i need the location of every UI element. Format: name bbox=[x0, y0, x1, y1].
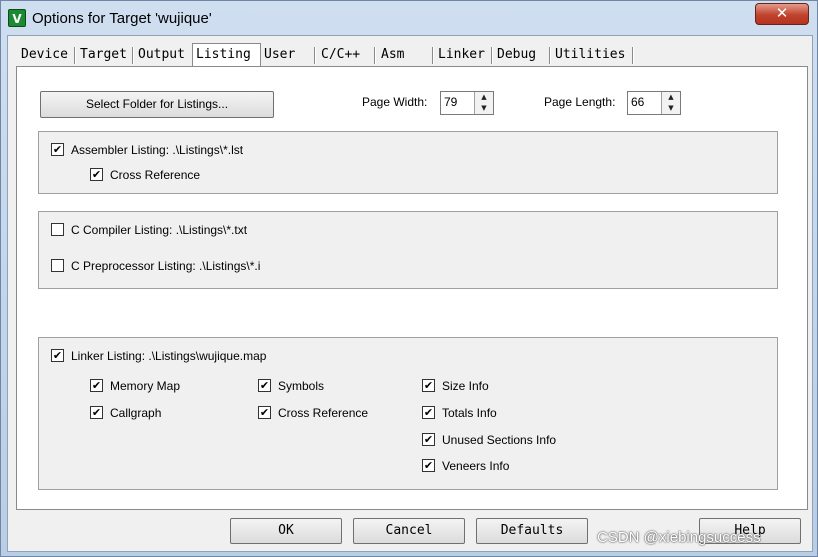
check-icon[interactable]: ✔ bbox=[90, 406, 103, 419]
page-length-value[interactable]: 66 bbox=[631, 95, 644, 109]
page-width-value[interactable]: 79 bbox=[444, 95, 457, 109]
symbols-label: Symbols bbox=[278, 379, 325, 393]
check-icon[interactable]: ✔ bbox=[90, 379, 103, 392]
size-info-label: Size Info bbox=[442, 379, 489, 393]
linker-listing-label: Linker Listing: .\Listings\wujique.map bbox=[71, 349, 267, 363]
check-icon[interactable]: ✔ bbox=[422, 433, 435, 446]
c-preprocessor-listing-label: C Preprocessor Listing: .\Listings\*.i bbox=[71, 259, 261, 273]
keil-app-icon: V bbox=[8, 9, 26, 27]
page-width-spinner[interactable]: 79 ▲ ▼ bbox=[440, 91, 494, 115]
tab-asm[interactable]: Asm bbox=[381, 45, 404, 65]
page-length-label: Page Length: bbox=[544, 95, 616, 109]
check-icon[interactable]: ✔ bbox=[51, 349, 64, 362]
assembler-group: ✔ Assembler Listing: .\Listings\*.lst ✔ … bbox=[38, 131, 778, 194]
page-width-label: Page Width: bbox=[362, 95, 428, 109]
callgraph-label: Callgraph bbox=[110, 406, 162, 420]
c-compiler-group: C Compiler Listing: .\Listings\*.txt C P… bbox=[38, 211, 778, 289]
tab-user[interactable]: User bbox=[264, 45, 295, 65]
title-bar: V Options for Target 'wujique' ✕ bbox=[1, 1, 817, 35]
tab-separator bbox=[432, 47, 434, 64]
defaults-button[interactable]: Defaults bbox=[476, 518, 588, 544]
check-icon[interactable] bbox=[51, 259, 64, 272]
tab-utilities[interactable]: Utilities bbox=[555, 45, 625, 65]
page-width-arrows: ▲ ▼ bbox=[474, 92, 493, 114]
tab-output[interactable]: Output bbox=[138, 45, 185, 65]
check-icon[interactable]: ✔ bbox=[90, 168, 103, 181]
tab-listing[interactable]: Listing bbox=[192, 43, 261, 67]
tab-strip: Device Target Output Listing User C/C++ … bbox=[8, 43, 808, 67]
ok-button[interactable]: OK bbox=[230, 518, 342, 544]
linker-cross-reference-label: Cross Reference bbox=[278, 406, 369, 420]
tab-c-cpp[interactable]: C/C++ bbox=[321, 45, 360, 65]
tab-linker[interactable]: Linker bbox=[438, 45, 485, 65]
tab-separator bbox=[632, 47, 634, 64]
veneers-info-label: Veneers Info bbox=[442, 459, 510, 473]
tab-device[interactable]: Device bbox=[21, 45, 68, 65]
c-compiler-listing-label: C Compiler Listing: .\Listings\*.txt bbox=[71, 223, 248, 237]
tab-separator bbox=[132, 47, 134, 64]
totals-info-label: Totals Info bbox=[442, 406, 497, 420]
tab-separator bbox=[74, 47, 76, 64]
spin-down-icon[interactable]: ▼ bbox=[662, 103, 680, 114]
linker-group: ✔ Linker Listing: .\Listings\wujique.map… bbox=[38, 337, 778, 490]
check-icon[interactable]: ✔ bbox=[422, 406, 435, 419]
tab-target[interactable]: Target bbox=[80, 45, 127, 65]
page-length-spinner[interactable]: 66 ▲ ▼ bbox=[627, 91, 681, 115]
cross-reference-label: Cross Reference bbox=[110, 168, 201, 182]
select-folder-button[interactable]: Select Folder for Listings... bbox=[40, 91, 274, 118]
assembler-listing-label: Assembler Listing: .\Listings\*.lst bbox=[71, 143, 244, 157]
listing-panel: Select Folder for Listings... Page Width… bbox=[16, 66, 808, 510]
check-icon[interactable] bbox=[51, 223, 64, 236]
tab-separator bbox=[314, 47, 316, 64]
cancel-button[interactable]: Cancel bbox=[353, 518, 465, 544]
check-icon[interactable]: ✔ bbox=[258, 406, 271, 419]
check-icon[interactable]: ✔ bbox=[422, 459, 435, 472]
tab-separator bbox=[491, 47, 493, 64]
options-dialog: V Options for Target 'wujique' ✕ Device … bbox=[0, 0, 818, 557]
spin-down-icon[interactable]: ▼ bbox=[475, 103, 493, 114]
page-length-arrows: ▲ ▼ bbox=[661, 92, 680, 114]
close-button[interactable]: ✕ bbox=[755, 3, 809, 25]
tab-debug[interactable]: Debug bbox=[497, 45, 536, 65]
unused-sections-label: Unused Sections Info bbox=[442, 433, 557, 447]
tab-separator bbox=[374, 47, 376, 64]
window-title: Options for Target 'wujique' bbox=[32, 10, 212, 27]
check-icon[interactable]: ✔ bbox=[258, 379, 271, 392]
csdn-watermark: CSDN @xiebingsuccess bbox=[597, 529, 761, 546]
check-icon[interactable]: ✔ bbox=[51, 143, 64, 156]
tab-separator bbox=[549, 47, 551, 64]
memory-map-label: Memory Map bbox=[110, 379, 181, 393]
check-icon[interactable]: ✔ bbox=[422, 379, 435, 392]
